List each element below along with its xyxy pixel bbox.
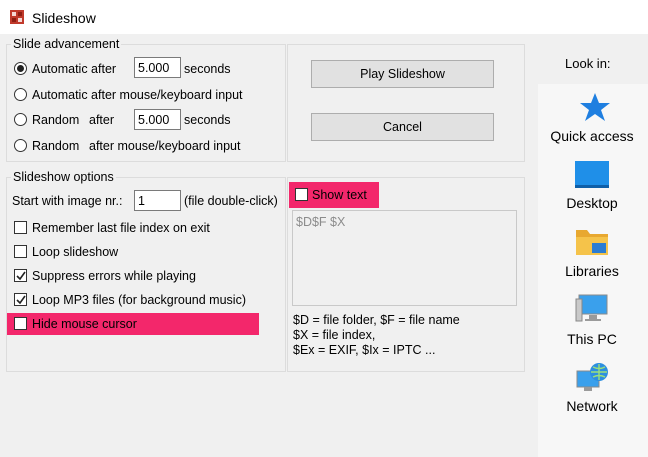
cancel-button[interactable]: Cancel — [311, 113, 494, 141]
look-in-label: Look in: — [565, 56, 611, 71]
checkmark-icon — [16, 295, 26, 305]
random-input-suffix: after mouse/keyboard input — [89, 139, 241, 153]
loop-slideshow-checkbox[interactable] — [14, 245, 27, 258]
network-icon — [576, 363, 608, 391]
loop-mp3-checkbox[interactable] — [14, 293, 27, 306]
random-label: Random — [32, 113, 80, 127]
automatic-after-radio[interactable] — [14, 62, 27, 75]
nav-label-quick-access: Quick access — [550, 128, 634, 144]
start-image-input[interactable] — [134, 190, 181, 211]
random-seconds-unit: seconds — [184, 113, 231, 127]
remember-last-checkbox[interactable] — [14, 221, 27, 234]
automatic-seconds-input[interactable] — [134, 57, 181, 78]
slideshow-options-legend: Slideshow options — [11, 170, 116, 184]
slide-advancement-legend: Slide advancement — [11, 37, 122, 51]
suppress-errors-checkbox[interactable] — [14, 269, 27, 282]
start-image-hint: (file double-click) — [184, 194, 278, 208]
remember-last-label: Remember last file index on exit — [32, 221, 210, 235]
suppress-errors-label: Suppress errors while playing — [32, 269, 196, 283]
automatic-after-label: Automatic after — [32, 62, 117, 76]
show-text-template-field[interactable]: $D$F $X — [292, 210, 517, 306]
window-title: Slideshow — [32, 10, 96, 26]
start-image-label: Start with image nr.: — [12, 194, 123, 208]
random-after-radio[interactable] — [14, 113, 27, 126]
help-line-3: $Ex = EXIF, $Ix = IPTC ... — [293, 343, 436, 357]
loop-mp3-label: Loop MP3 files (for background music) — [32, 293, 246, 307]
nav-label-desktop: Desktop — [566, 195, 618, 211]
random-after-label: after — [89, 113, 115, 127]
checkmark-icon — [16, 271, 26, 281]
loop-slideshow-label: Loop slideshow — [32, 245, 119, 259]
show-text-checkbox[interactable] — [295, 188, 308, 201]
folder-icon — [576, 230, 608, 255]
hide-cursor-label: Hide mouse cursor — [32, 317, 137, 331]
puzzle-app-icon — [10, 10, 24, 24]
nav-label-network: Network — [566, 398, 618, 414]
hide-cursor-checkbox[interactable] — [14, 317, 27, 330]
help-line-1: $D = file folder, $F = file name — [293, 313, 460, 327]
nav-label-libraries: Libraries — [565, 263, 619, 279]
automatic-input-label: Automatic after mouse/keyboard input — [32, 88, 243, 102]
automatic-input-radio[interactable] — [14, 88, 27, 101]
show-text-label: Show text — [312, 188, 367, 202]
random-input-label: Random — [32, 139, 80, 153]
computer-icon — [575, 294, 608, 322]
nav-label-this-pc: This PC — [567, 331, 617, 347]
star-icon — [580, 93, 610, 121]
automatic-seconds-unit: seconds — [184, 62, 231, 76]
desktop-icon — [575, 161, 609, 188]
random-seconds-input[interactable] — [134, 109, 181, 130]
help-line-2: $X = file index, — [293, 328, 376, 342]
title-bar: Slideshow — [0, 0, 648, 34]
play-slideshow-button[interactable]: Play Slideshow — [311, 60, 494, 88]
random-input-radio[interactable] — [14, 139, 27, 152]
